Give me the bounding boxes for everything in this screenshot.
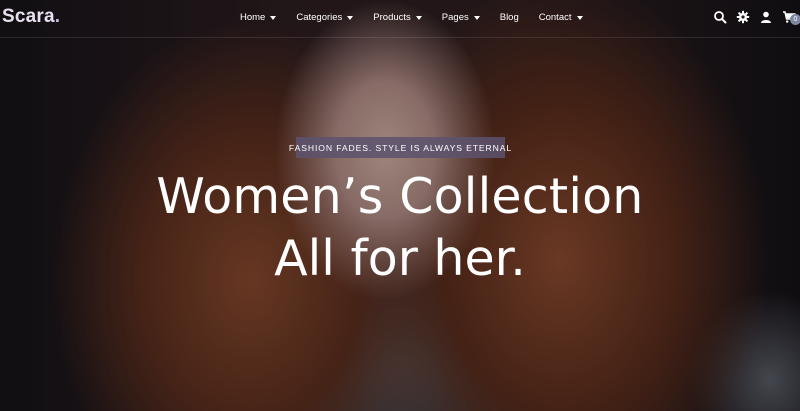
top-navbar: Scara. Home Categories Products Pages Bl…: [0, 0, 800, 38]
chevron-down-icon: [347, 15, 354, 20]
gear-icon[interactable]: [736, 10, 750, 24]
nav-item-label[interactable]: Products: [373, 12, 411, 23]
nav-item-label[interactable]: Home: [240, 12, 265, 23]
brand-dot: .: [54, 6, 61, 27]
cart-icon[interactable]: 0: [782, 10, 800, 25]
nav-item-label[interactable]: Pages: [442, 12, 469, 23]
nav-item-contact[interactable]: Contact: [539, 12, 583, 23]
search-icon[interactable]: [713, 10, 727, 24]
nav-item-pages[interactable]: Pages: [442, 12, 480, 23]
user-icon[interactable]: [759, 10, 773, 24]
nav-item-categories[interactable]: Categories: [296, 12, 354, 23]
chevron-down-icon: [415, 15, 422, 20]
main-nav: Home Categories Products Pages Blog Cont…: [240, 12, 603, 23]
nav-item-label[interactable]: Categories: [296, 12, 342, 23]
chevron-down-icon: [576, 15, 583, 20]
chevron-down-icon: [473, 15, 480, 20]
cart-count-badge: 0: [790, 14, 800, 25]
brand-logo[interactable]: Scara.: [2, 6, 60, 28]
nav-actions: 0: [704, 10, 800, 25]
nav-item-home[interactable]: Home: [240, 12, 277, 23]
nav-item-label[interactable]: Contact: [539, 12, 572, 23]
hero-section: Scara. Home Categories Products Pages Bl…: [0, 0, 800, 411]
hero-headline: Women’s Collection All for her.: [0, 166, 800, 290]
brand-name[interactable]: Scara: [2, 6, 55, 27]
nav-item-label[interactable]: Blog: [500, 12, 519, 23]
nav-item-products[interactable]: Products: [373, 12, 422, 23]
hero-headline-line2: All for her.: [274, 230, 526, 287]
chevron-down-icon: [270, 15, 277, 20]
nav-item-blog[interactable]: Blog: [500, 12, 519, 23]
hero-tagline: FASHION FADES. STYLE IS ALWAYS ETERNAL: [289, 137, 511, 158]
hero-headline-line1: Women’s Collection: [156, 168, 644, 225]
